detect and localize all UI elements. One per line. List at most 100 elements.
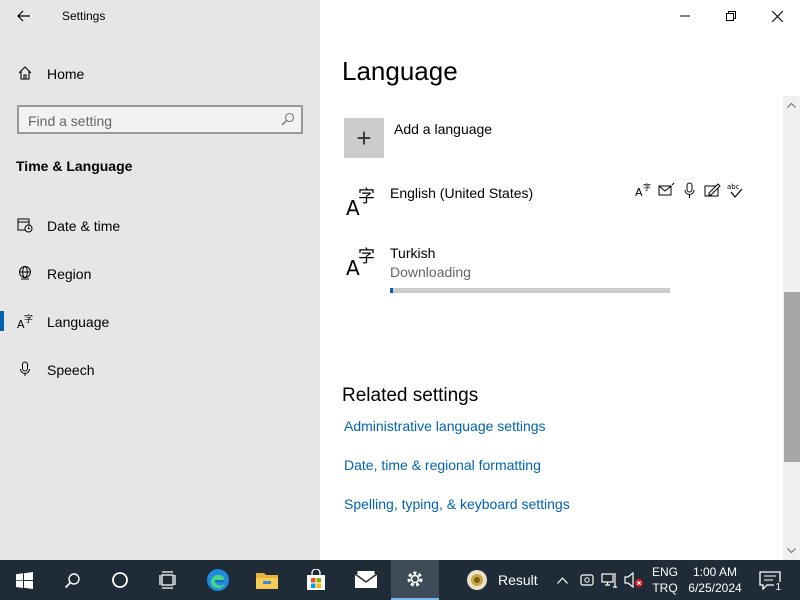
search-button[interactable] (48, 560, 96, 600)
vertical-scrollbar[interactable] (783, 96, 800, 560)
language-name: English (United States) (390, 185, 534, 201)
chevron-up-icon (556, 576, 568, 584)
main-content: Language + Add a language A字 English (Un… (320, 0, 800, 560)
chevron-down-icon (787, 548, 796, 554)
close-icon (771, 10, 783, 22)
result-app-button[interactable]: Result (466, 560, 550, 600)
sidebar-item-label: Region (47, 266, 92, 282)
language-item-english[interactable]: A字 English (United States) A字 abc (344, 182, 774, 232)
network-tray-icon[interactable] (599, 560, 621, 600)
windows-logo-icon (15, 571, 33, 589)
chevron-up-icon (787, 102, 796, 108)
mail-button[interactable] (342, 560, 390, 600)
speech-recognition-icon (684, 182, 695, 198)
start-button[interactable] (0, 560, 48, 600)
language-features: A字 abc (635, 182, 744, 199)
sidebar-item-speech[interactable]: Speech (0, 349, 320, 389)
input-language-indicator[interactable]: ENG TRQ (648, 564, 682, 596)
cortana-button[interactable] (96, 560, 144, 600)
active-indicator (0, 311, 4, 331)
search-icon (64, 572, 80, 588)
title-bar: Settings (0, 0, 320, 32)
volume-tray-icon[interactable] (622, 560, 646, 600)
search-icon (281, 112, 295, 126)
sidebar-item-label: Speech (47, 362, 95, 378)
sidebar-item-label: Language (47, 314, 110, 330)
edge-button[interactable] (194, 560, 242, 600)
text-to-speech-icon (658, 182, 675, 196)
taskbar: Result ENG TRQ 1:00 AM 6/25/2024 1 (0, 560, 800, 600)
svg-text:字: 字 (24, 313, 33, 325)
store-button[interactable] (292, 560, 340, 600)
clock-date: 6/25/2024 (688, 581, 742, 595)
section-heading: Time & Language (16, 158, 133, 174)
gear-icon (407, 571, 423, 587)
language-name: Turkish (390, 245, 436, 261)
language-code-top: ENG (651, 565, 678, 579)
language-icon: A字 (346, 247, 375, 280)
edge-icon (207, 569, 229, 591)
download-progress-fill (390, 288, 393, 293)
task-view-button[interactable] (144, 560, 192, 600)
settings-sidebar: Settings Home Find a setting Time & Lang… (0, 0, 320, 560)
language-icon: A字 (17, 313, 33, 329)
restore-button[interactable] (708, 0, 754, 32)
display-language-icon: A字 (635, 182, 651, 199)
app-title: Settings (62, 9, 106, 23)
file-explorer-button[interactable] (243, 560, 291, 600)
download-progress-bar (390, 288, 670, 293)
restore-icon (726, 11, 736, 21)
handwriting-icon (704, 183, 721, 197)
spellcheck-icon: abc (727, 183, 743, 198)
sidebar-item-region[interactable]: Region (0, 253, 320, 293)
notification-count: 1 (774, 582, 782, 593)
plus-icon: + (344, 118, 384, 158)
sidebar-item-label: Date & time (47, 218, 121, 234)
language-icon: A字 (346, 187, 375, 220)
microphone-icon (20, 361, 30, 376)
folder-icon (256, 573, 278, 589)
store-bag-icon (307, 569, 325, 590)
language-item-turkish[interactable]: A字 Turkish Downloading (344, 242, 774, 293)
page-title: Language (342, 56, 458, 86)
camera-icon (580, 574, 594, 586)
add-language-label: Add a language (394, 121, 493, 137)
action-center-button[interactable]: 1 (752, 560, 788, 600)
search-placeholder: Find a setting (28, 113, 113, 129)
home-nav-item[interactable]: Home (0, 58, 320, 88)
related-settings-heading: Related settings (342, 385, 479, 406)
spelling-typing-keyboard-link[interactable]: Spelling, typing, & keyboard settings (344, 496, 570, 512)
network-icon (601, 573, 617, 588)
sidebar-item-date-time[interactable]: Date & time (0, 205, 320, 245)
settings-taskbar-button[interactable] (391, 560, 439, 600)
back-button[interactable] (10, 4, 38, 28)
language-status: Downloading (390, 264, 471, 280)
clock-time: 1:00 AM (692, 565, 738, 579)
svg-text:abc: abc (727, 183, 740, 191)
date-time-regional-link[interactable]: Date, time & regional formatting (344, 457, 541, 473)
admin-language-settings-link[interactable]: Administrative language settings (344, 418, 546, 434)
cortana-circle-icon (112, 572, 128, 588)
volume-muted-icon (624, 572, 643, 588)
add-language-button[interactable]: + Add a language (344, 118, 644, 158)
mail-icon (354, 571, 378, 588)
show-hidden-icons-button[interactable] (552, 560, 572, 600)
language-code-bottom: TRQ (652, 581, 678, 595)
globe-icon (19, 266, 31, 280)
scroll-down-button[interactable] (783, 544, 800, 558)
scroll-up-button[interactable] (783, 98, 800, 112)
clock[interactable]: 1:00 AM 6/25/2024 (684, 564, 746, 596)
sidebar-item-language[interactable]: A字 Language (0, 301, 320, 341)
scroll-thumb[interactable] (784, 292, 800, 462)
minimize-icon (680, 15, 690, 17)
close-button[interactable] (754, 0, 800, 32)
home-icon (18, 66, 32, 80)
svg-text:字: 字 (643, 182, 651, 192)
minimize-button[interactable] (662, 0, 708, 32)
home-label: Home (47, 66, 85, 82)
svg-text:A: A (635, 186, 643, 199)
search-input[interactable]: Find a setting (17, 105, 303, 134)
result-app-icon (467, 570, 487, 590)
meet-now-tray-icon[interactable] (576, 560, 598, 600)
task-view-icon (159, 571, 176, 589)
